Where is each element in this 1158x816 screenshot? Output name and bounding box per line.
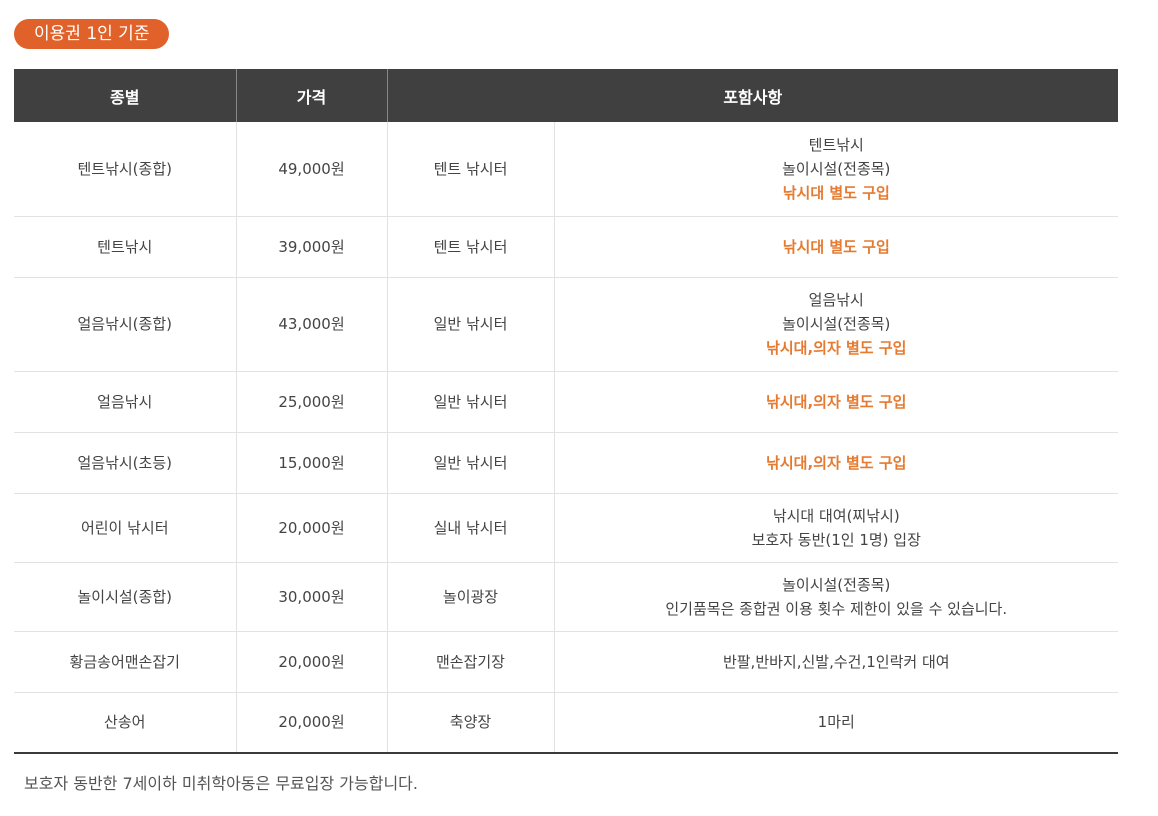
cell-price: 30,000원	[235, 562, 387, 632]
cell-includes: 텐트낚시놀이시설(전종목) 낚시대 별도 구입	[553, 122, 1119, 217]
free-entry-note: 보호자 동반한 7세이하 미취학아동은 무료입장 가능합니다.	[24, 774, 418, 793]
table-row: 텐트낚시 39,000원 텐트 낚시터 낚시대 별도 구입	[14, 216, 1119, 278]
include-line: 얼음낚시	[808, 291, 864, 309]
header-price: 가격	[235, 69, 387, 122]
cell-type: 어린이 낚시터	[14, 493, 236, 563]
include-line: 텐트낚시	[808, 135, 864, 154]
cell-includes: 얼음낚시놀이시설(전종목) 낚시대,의자 별도 구입	[553, 277, 1119, 372]
cell-price: 49,000원	[235, 122, 387, 217]
cell-price: 20,000원	[235, 631, 387, 693]
cell-place: 텐트 낚시터	[386, 122, 554, 217]
cell-includes: 낚시대 별도 구입	[553, 216, 1119, 278]
table-row: 어린이 낚시터 20,000원 실내 낚시터 낚시대 대여(찌낚시) 보호자 동반(1인…	[14, 493, 1119, 563]
include-line: 놀이시설(전종목)	[782, 575, 891, 594]
cell-type: 얼음낚시(종합)	[14, 277, 236, 372]
purchase-notice: 낚시대,의자 별도 구입	[766, 339, 907, 357]
cell-type: 황금송어맨손잡기	[14, 631, 236, 693]
cell-price: 25,000원	[235, 371, 387, 433]
cell-place: 텐트 낚시터	[386, 216, 554, 278]
header-includes: 포함사항	[386, 69, 1119, 122]
table-row: 산송어 20,000원 축양장 1마리	[14, 692, 1119, 754]
table-header-row: 종별 가격 포함사항	[14, 69, 1119, 122]
cell-place: 축양장	[386, 692, 554, 754]
include-line: 놀이시설(전종목)	[782, 315, 891, 333]
cell-type: 산송어	[14, 692, 236, 754]
cell-place: 일반 낚시터	[386, 277, 554, 372]
cell-place: 일반 낚시터	[386, 371, 554, 433]
cell-price: 15,000원	[235, 432, 387, 494]
cell-type: 텐트낚시(종합)	[14, 122, 236, 217]
purchase-notice: 낚시대,의자 별도 구입	[766, 392, 907, 411]
ticket-basis-badge: 이용권 1인 기준	[14, 19, 170, 49]
include-line: 낚시대 대여(찌낚시)	[772, 506, 900, 525]
cell-type: 텐트낚시	[14, 216, 236, 278]
table-row: 얼음낚시 25,000원 일반 낚시터 낚시대,의자 별도 구입	[14, 371, 1119, 433]
cell-place: 맨손잡기장	[386, 631, 554, 693]
header-type: 종별	[14, 69, 236, 122]
table-row: 텐트낚시(종합) 49,000원 텐트 낚시터 텐트낚시놀이시설(전종목) 낚시대 별도…	[14, 122, 1119, 217]
include-line: 인기품목은 종합권 이용 횟수 제한이 있을 수 있습니다.	[665, 599, 1008, 618]
purchase-notice: 낚시대,의자 별도 구입	[766, 453, 907, 472]
purchase-notice: 낚시대 별도 구입	[782, 183, 890, 202]
cell-price: 20,000원	[235, 493, 387, 563]
cell-price: 43,000원	[235, 277, 387, 372]
table-row: 얼음낚시(종합) 43,000원 일반 낚시터 얼음낚시놀이시설(전종목) 낚시대,의자…	[14, 277, 1119, 372]
price-table: 종별 가격 포함사항 텐트낚시(종합) 49,000원 텐트 낚시터 텐트낚시 놀이시설…	[14, 69, 1119, 754]
include-line: 1마리	[817, 713, 855, 732]
table-row: 놀이시설(종합) 30,000원 놀이광장 놀이시설(전종목) 인기품목은 종합권 이용…	[14, 562, 1119, 632]
cell-type: 얼음낚시(초등)	[14, 432, 236, 494]
cell-type: 얼음낚시	[14, 371, 236, 433]
cell-includes: 낚시대,의자 별도 구입	[553, 371, 1119, 433]
cell-place: 실내 낚시터	[386, 493, 554, 563]
cell-includes: 놀이시설(전종목) 인기품목은 종합권 이용 횟수 제한이 있을 수 있습니다.	[553, 562, 1119, 632]
purchase-notice: 낚시대 별도 구입	[782, 237, 890, 256]
cell-includes: 낚시대 대여(찌낚시) 보호자 동반(1인 1명) 입장	[553, 493, 1119, 563]
cell-includes: 낚시대,의자 별도 구입	[553, 432, 1119, 494]
cell-price: 39,000원	[235, 216, 387, 278]
include-line: 놀이시설(전종목)	[782, 159, 891, 178]
include-line: 반팔,반바지,신발,수건,1인락커 대여	[722, 652, 950, 671]
include-line: 보호자 동반(1인 1명) 입장	[751, 530, 921, 549]
cell-includes: 1마리	[553, 692, 1119, 754]
cell-price: 20,000원	[235, 692, 387, 754]
cell-place: 일반 낚시터	[386, 432, 554, 494]
table-row: 황금송어맨손잡기 20,000원 맨손잡기장 반팔,반바지,신발,수건,1인락커 대여	[14, 631, 1119, 693]
cell-place: 놀이광장	[386, 562, 554, 632]
table-row: 얼음낚시(초등) 15,000원 일반 낚시터 낚시대,의자 별도 구입	[14, 432, 1119, 494]
cell-type: 놀이시설(종합)	[14, 562, 236, 632]
cell-includes: 반팔,반바지,신발,수건,1인락커 대여	[553, 631, 1119, 693]
